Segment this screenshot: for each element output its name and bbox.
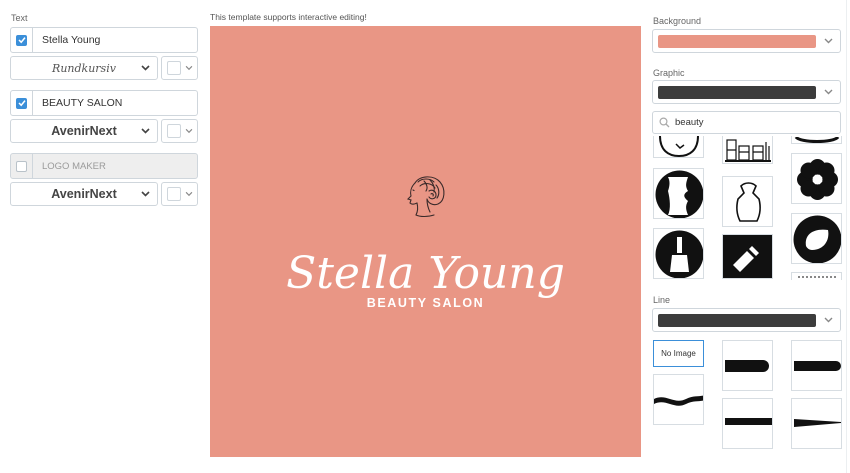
apron-icon	[736, 182, 761, 222]
face-profile-icon	[655, 170, 703, 218]
graphic-label: Graphic	[653, 68, 685, 78]
background-color-swatch	[658, 35, 816, 48]
rounded-right-line-icon	[794, 361, 841, 371]
text-field-tagline[interactable]: LOGO MAKER	[10, 153, 198, 179]
line-option-wave[interactable]	[653, 374, 704, 425]
graphic-result-apron[interactable]	[722, 176, 773, 227]
line-color-select[interactable]	[652, 308, 841, 332]
graphic-result-salon-chairs[interactable]	[722, 136, 773, 164]
chevron-down-icon	[185, 191, 193, 197]
graphic-result-face[interactable]	[653, 168, 704, 219]
text-field-subtitle[interactable]: BEAUTY SALON	[10, 90, 198, 116]
background-color-select[interactable]	[652, 29, 841, 53]
line-label: Line	[653, 295, 671, 305]
graphic-result-partial[interactable]	[791, 136, 842, 144]
graphic-result-partial-bottom[interactable]	[791, 272, 842, 280]
chevron-down-icon	[824, 317, 833, 323]
graphic-result-nail-file[interactable]	[722, 234, 773, 279]
chevron-down-icon	[141, 128, 150, 134]
name-text-value: Stella Young	[42, 34, 101, 46]
graphic-color-select[interactable]	[652, 80, 841, 104]
graphic-result-flower[interactable]	[791, 153, 842, 204]
line-option-rounded-right[interactable]	[791, 340, 842, 391]
line-option-rounded-end[interactable]	[722, 340, 773, 391]
subtitle-enabled-checkbox[interactable]	[16, 97, 27, 109]
subtitle-color-select[interactable]	[161, 119, 198, 143]
bracket-line-icon	[725, 418, 772, 425]
salon-chairs-icon	[725, 139, 771, 162]
name-color-select[interactable]	[161, 56, 198, 80]
logo-canvas[interactable]: Stella Young BEAUTY SALON	[210, 26, 641, 457]
chevron-down-icon	[141, 65, 150, 71]
woman-profile-updo-icon[interactable]	[400, 173, 450, 223]
graphic-search-input[interactable]: beauty	[652, 111, 841, 134]
tagline-font-label: AvenirNext	[51, 187, 117, 201]
graphic-result-nail-polish[interactable]	[653, 228, 704, 279]
wave-line-icon	[654, 395, 703, 406]
line-option-taper[interactable]	[791, 398, 842, 449]
name-font-select[interactable]: Rundkursiv	[10, 56, 158, 80]
graphic-result-mirror[interactable]	[653, 136, 704, 158]
chevron-down-icon	[185, 65, 193, 71]
background-label: Background	[653, 16, 702, 26]
text-field-name[interactable]: Stella Young	[10, 27, 198, 53]
tagline-text-value: LOGO MAKER	[42, 160, 106, 172]
taper-line-icon	[794, 419, 841, 427]
mirror-icon	[659, 136, 699, 157]
graphic-color-swatch	[658, 86, 816, 99]
partial-graphic-icon	[794, 136, 840, 143]
chevron-down-icon	[824, 38, 833, 44]
panel-divider	[846, 0, 847, 473]
chevron-down-icon	[141, 191, 150, 197]
subtitle-font-label: AvenirNext	[51, 124, 117, 138]
flower-icon	[797, 159, 838, 200]
logo-subtitle-text[interactable]: BEAUTY SALON	[210, 296, 641, 310]
subtitle-color-swatch	[167, 124, 181, 138]
text-section-label: Text	[11, 13, 28, 23]
subtitle-font-select[interactable]: AvenirNext	[10, 119, 158, 143]
name-color-swatch	[167, 61, 181, 75]
chevron-down-icon	[824, 89, 833, 95]
tagline-font-select[interactable]: AvenirNext	[10, 182, 158, 206]
search-icon	[659, 117, 670, 128]
nail-file-icon	[733, 246, 759, 272]
name-enabled-checkbox[interactable]	[16, 34, 27, 46]
tagline-color-select[interactable]	[161, 182, 198, 206]
tagline-color-swatch	[167, 187, 181, 201]
chevron-down-icon	[185, 128, 193, 134]
nail-polish-icon	[655, 230, 703, 278]
tagline-enabled-checkbox[interactable]	[16, 160, 27, 172]
line-option-no-image[interactable]: No Image	[653, 340, 704, 367]
rounded-end-line-icon	[725, 360, 769, 372]
editing-hint: This template supports interactive editi…	[210, 12, 367, 22]
subtitle-text-value: BEAUTY SALON	[42, 97, 123, 109]
logo-name-text[interactable]: Stella Young	[210, 248, 641, 299]
graphic-result-petal[interactable]	[791, 213, 842, 264]
petal-icon	[793, 215, 841, 263]
line-color-swatch	[658, 314, 816, 327]
partial-graphic-icon	[798, 276, 837, 278]
name-font-label: Rundkursiv	[52, 61, 116, 75]
search-input-value: beauty	[675, 117, 704, 128]
line-option-bracket[interactable]	[722, 398, 773, 449]
